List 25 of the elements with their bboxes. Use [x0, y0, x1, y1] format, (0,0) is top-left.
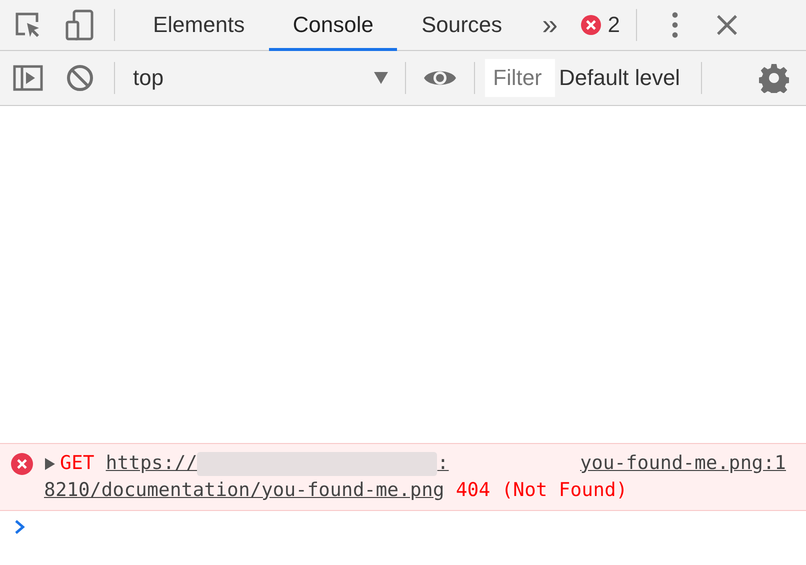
log-levels-dropdown[interactable]: Default level [555, 65, 695, 91]
expand-icon[interactable] [44, 456, 56, 470]
error-icon [10, 452, 34, 476]
status-text: 404 (Not Found) [456, 479, 628, 501]
source-link[interactable]: you-found-me.png:1 [580, 450, 786, 477]
settings-icon [759, 63, 789, 93]
url-link[interactable]: https:// [106, 450, 198, 477]
error-count-button[interactable]: 2 [574, 12, 626, 38]
panel-tab[interactable]: Elements [129, 0, 269, 50]
prompt-icon [14, 519, 26, 535]
url-link[interactable]: : [437, 450, 449, 477]
dropdown-icon [373, 71, 389, 85]
context-dropdown[interactable]: top [125, 58, 395, 98]
close-icon [716, 14, 738, 36]
sidebar-icon [13, 65, 43, 91]
url-link[interactable]: 8210/documentation/you-found-me.png [44, 479, 444, 501]
more-options-icon [672, 12, 678, 38]
block-icon [66, 64, 94, 92]
error-icon [580, 14, 602, 36]
error-count: 2 [608, 12, 620, 38]
panel-tab[interactable]: Sources [397, 0, 526, 50]
request-method: GET [60, 451, 94, 476]
more-tabs-button[interactable]: » [526, 9, 574, 41]
filter-field[interactable]: Filter [485, 59, 555, 97]
device-icon [65, 9, 95, 41]
